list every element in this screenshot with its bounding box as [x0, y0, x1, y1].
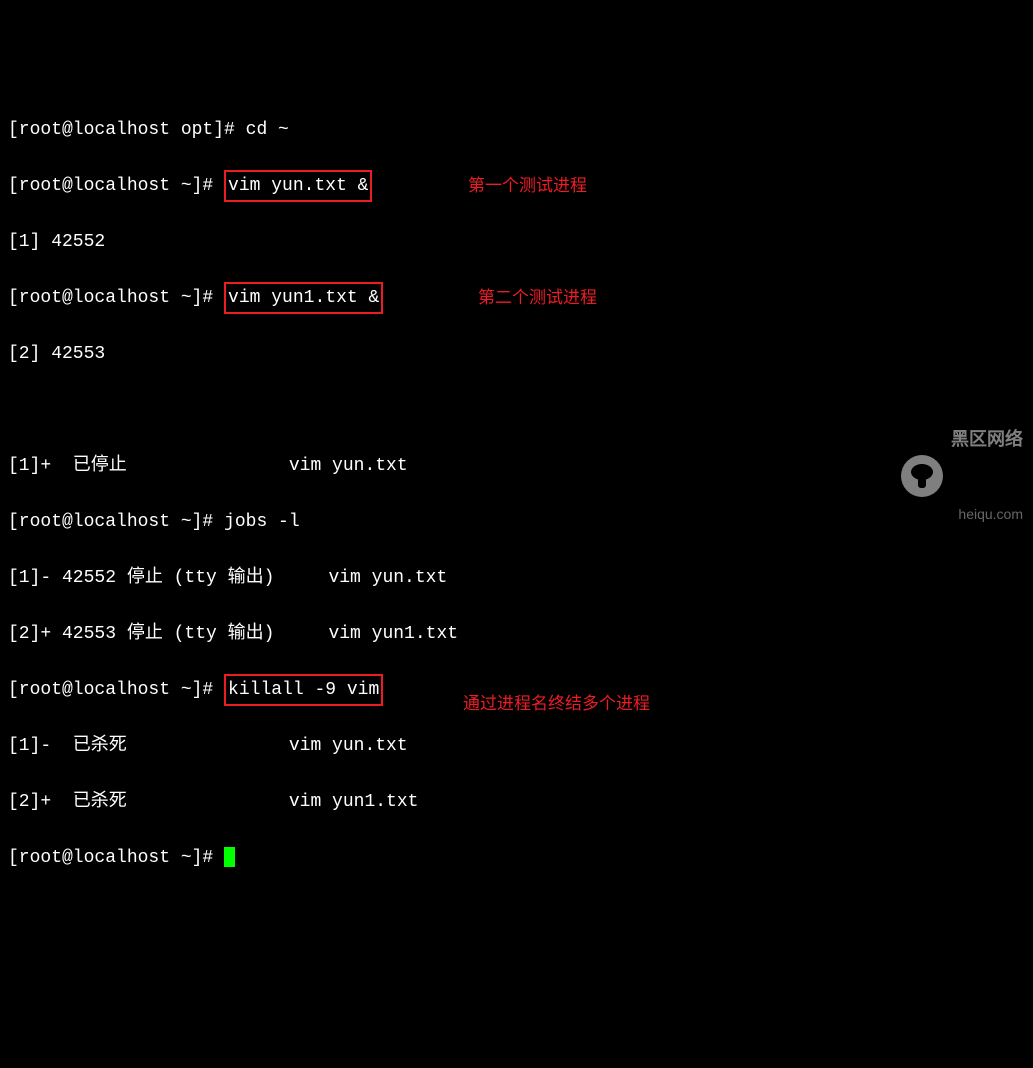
watermark: 黑区网络 heiqu.com [901, 373, 1023, 579]
highlighted-command: vim yun.txt & [224, 170, 372, 202]
watermark-url: heiqu.com [951, 506, 1023, 523]
terminal-output: [1]- 42552 停止 (tty 输出) vim yun.txt [8, 564, 1025, 592]
terminal-line: [root@localhost opt]# cd ~ [8, 116, 1025, 144]
prompt: [root@localhost ~]# [8, 176, 224, 196]
cursor-block[interactable] [224, 847, 235, 867]
terminal-output: [1] 42552 [8, 228, 1025, 256]
terminal-blank [8, 396, 1025, 424]
prompt: [root@localhost ~]# [8, 288, 224, 308]
terminal-output: [1]- 已杀死 vim yun.txt [8, 732, 1025, 760]
terminal-output: [2]+ 42553 停止 (tty 输出) vim yun1.txt [8, 620, 1025, 648]
prompt: [root@localhost ~]# [8, 848, 224, 868]
terminal-line: [root@localhost ~]# [8, 844, 1025, 872]
mushroom-icon [901, 455, 943, 497]
terminal-output: [1]+ 已停止 vim yun.txt [8, 452, 1025, 480]
annotation-label: 通过进程名终结多个进程 [463, 690, 650, 718]
highlighted-command: killall -9 vim [224, 674, 383, 706]
prompt: [root@localhost opt]# [8, 120, 246, 140]
prompt: [root@localhost ~]# [8, 512, 224, 532]
terminal-line: [root@localhost ~]# killall -9 vim通过进程名终… [8, 676, 1025, 704]
annotation-label: 第一个测试进程 [468, 172, 587, 200]
terminal-output: [2] 42553 [8, 340, 1025, 368]
terminal-line: [root@localhost ~]# vim yun.txt & 第一个测试进程 [8, 172, 1025, 200]
terminal-line: [root@localhost ~]# jobs -l [8, 508, 1025, 536]
mushroom-svg [910, 463, 934, 489]
watermark-text: 黑区网络 heiqu.com [951, 373, 1023, 579]
watermark-title: 黑区网络 [951, 429, 1023, 451]
terminal-output: [2]+ 已杀死 vim yun1.txt [8, 788, 1025, 816]
terminal-line: [root@localhost ~]# vim yun1.txt & 第二个测试进… [8, 284, 1025, 312]
prompt: [root@localhost ~]# [8, 680, 224, 700]
highlighted-command: vim yun1.txt & [224, 282, 383, 314]
command: jobs -l [224, 512, 300, 532]
annotation-label: 第二个测试进程 [478, 284, 597, 312]
command: cd ~ [246, 120, 289, 140]
